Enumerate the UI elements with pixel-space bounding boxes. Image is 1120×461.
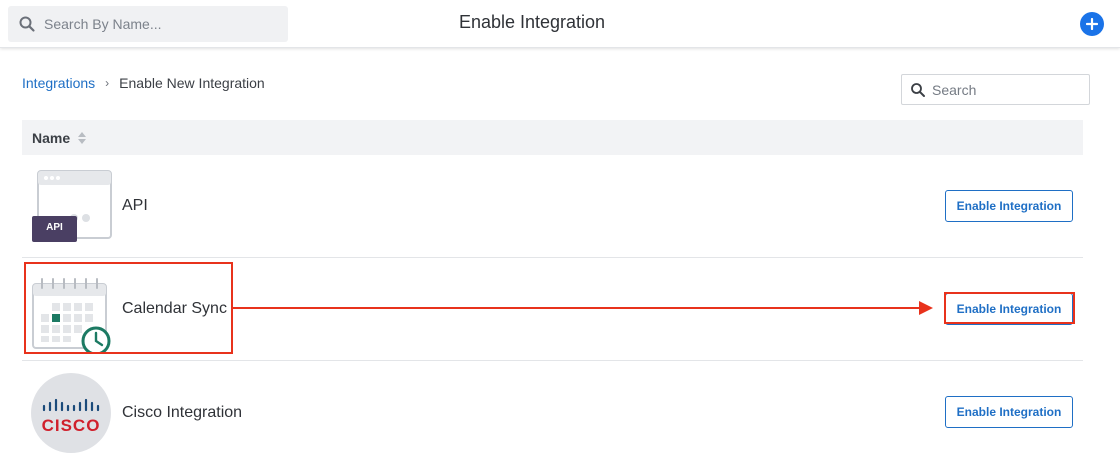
breadcrumb-integrations-link[interactable]: Integrations [22,75,95,91]
column-header-name[interactable]: Name [32,130,70,146]
breadcrumb: Integrations › Enable New Integration [22,75,265,91]
add-button[interactable] [1080,12,1104,36]
enable-integration-button[interactable]: Enable Integration [945,190,1073,222]
sort-icon[interactable] [78,131,87,144]
cisco-logo: CISCO [30,373,112,455]
breadcrumb-current: Enable New Integration [119,75,265,91]
integration-name: Cisco Integration [122,403,243,421]
breadcrumb-separator: › [105,76,110,90]
table-row: CISCO Cisco Integration Enable Integrati… [22,361,1083,461]
integration-name: API [122,197,148,214]
cisco-logo-text: CISCO [41,416,101,435]
table-header: Name [22,120,1083,155]
table-row: API API Enable Integration [22,155,1083,258]
annotation-arrow [233,301,933,315]
table-search[interactable] [901,74,1090,105]
api-badge-label: API [46,222,63,233]
table-search-input[interactable] [932,81,1082,98]
annotation-highlight-calendar-row [24,262,233,354]
plus-icon [1086,18,1098,30]
page-title: Enable Integration [458,12,606,32]
api-window-icon: API [30,167,112,249]
search-icon [911,82,925,97]
enable-integration-button[interactable]: Enable Integration [945,396,1073,428]
annotation-highlight-enable-button [944,292,1075,324]
top-bar: Enable Integration [0,0,1120,48]
